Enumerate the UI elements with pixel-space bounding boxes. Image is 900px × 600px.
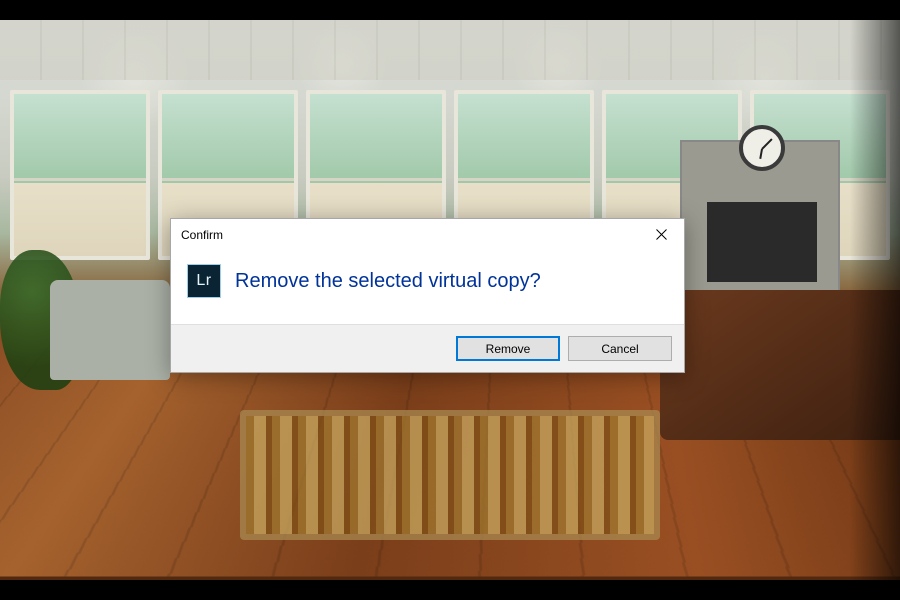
remove-button[interactable]: Remove [456, 336, 560, 361]
close-button[interactable] [639, 220, 684, 250]
wall-clock-icon [739, 125, 785, 171]
dialog-message: Remove the selected virtual copy? [235, 264, 541, 295]
armchair-decor [50, 280, 170, 380]
vignette-right [850, 20, 900, 580]
close-icon [656, 229, 667, 240]
ceiling-decor [0, 20, 900, 80]
cancel-button[interactable]: Cancel [568, 336, 672, 361]
dialog-body: Lr Remove the selected virtual copy? [171, 250, 684, 324]
lightroom-icon: Lr [187, 264, 221, 298]
dialog-titlebar[interactable]: Confirm [171, 219, 684, 250]
area-rug [240, 410, 660, 540]
dialog-title: Confirm [181, 228, 223, 242]
confirm-dialog: Confirm Lr Remove the selected virtual c… [170, 218, 685, 373]
dialog-footer: Remove Cancel [171, 324, 684, 372]
window-panel [10, 90, 150, 260]
